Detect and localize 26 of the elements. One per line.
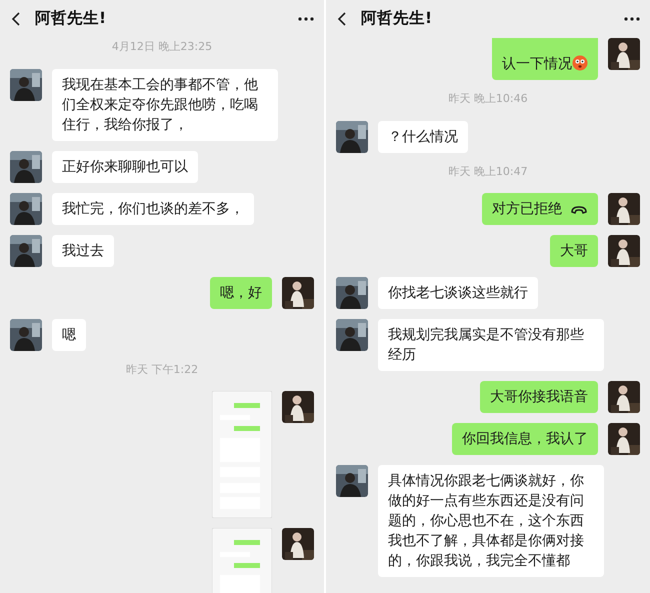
message-bubble: 你回我信息，我认了 bbox=[452, 423, 598, 455]
message-bubble: 具体情况你跟老七俩谈就好，你做的好一点有些东西还是没有问题的，你心思也不在，这个东西我也不了解，具体都是你俩对接的，你跟我说，我完全不懂都 bbox=[378, 465, 604, 577]
message-bubble: 嗯，好 bbox=[210, 276, 272, 308]
message-bubble: 我忙完，你们也谈的差不多， bbox=[52, 192, 254, 224]
message-bubble: 大哥 bbox=[550, 235, 598, 267]
more-icon[interactable] bbox=[298, 17, 314, 21]
message-bubble: 正好你来聊聊也可以 bbox=[52, 150, 198, 182]
back-icon[interactable] bbox=[336, 11, 347, 27]
timestamp: 昨天 下午1:22 bbox=[126, 362, 198, 378]
phone-icon bbox=[570, 204, 588, 215]
message-bubble: 大哥你接我语音 bbox=[480, 381, 598, 413]
more-icon[interactable] bbox=[624, 17, 640, 21]
message-bubble: 我规划完我属实是不管没有那些经历 bbox=[378, 319, 604, 371]
call-message: 对方已拒绝 bbox=[482, 193, 598, 225]
timestamp: 昨天 晚上10:46 bbox=[448, 91, 528, 107]
message-bubble: 你找老七谈谈这些就行 bbox=[378, 277, 538, 309]
message-bubble: ？什么情况 bbox=[378, 120, 468, 152]
message-bubble: 嗯 bbox=[52, 318, 86, 350]
chat-title: 阿哲先生! bbox=[361, 8, 434, 30]
timestamp: 昨天 晚上10:47 bbox=[448, 164, 528, 180]
timestamp: 4月12日 晚上23:25 bbox=[112, 39, 212, 55]
message-bubble: 认一下情况 bbox=[492, 38, 598, 80]
back-icon[interactable] bbox=[10, 11, 21, 27]
chat-title: 阿哲先生! bbox=[35, 8, 108, 30]
message-bubble: 我现在基本工会的事都不管，他们全权来定夺你先跟他唠，吃喝住行，我给你报了， bbox=[52, 68, 278, 140]
message-bubble: 我过去 bbox=[52, 234, 114, 266]
